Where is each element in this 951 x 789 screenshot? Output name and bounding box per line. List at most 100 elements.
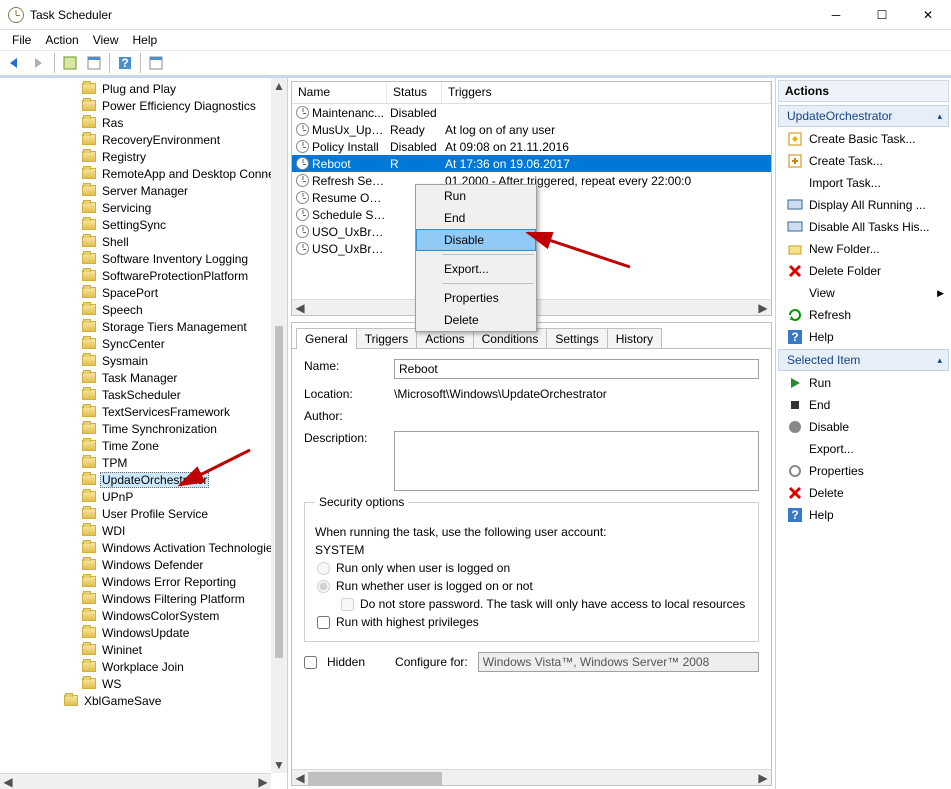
action-help[interactable]: ?Help — [779, 504, 948, 526]
tab-triggers[interactable]: Triggers — [356, 328, 418, 349]
action-view[interactable]: View▶ — [779, 282, 948, 304]
ctx-properties[interactable]: Properties — [416, 287, 536, 309]
col-status[interactable]: Status — [387, 82, 442, 103]
tree-item-server-manager[interactable]: Server Manager — [0, 182, 287, 199]
action-delete[interactable]: Delete — [779, 482, 948, 504]
tree-item-speech[interactable]: Speech — [0, 301, 287, 318]
check-highest[interactable] — [317, 616, 330, 629]
tree-item-software-inventory-logging[interactable]: Software Inventory Logging — [0, 250, 287, 267]
actions-group-2[interactable]: Selected Item▴ — [778, 349, 949, 371]
menu-file[interactable]: File — [6, 31, 37, 49]
task-name-input[interactable] — [394, 359, 759, 379]
nav-forward-button[interactable] — [28, 52, 50, 74]
tree-item-windows-error-reporting[interactable]: Windows Error Reporting — [0, 573, 287, 590]
action-delete-folder[interactable]: Delete Folder — [779, 260, 948, 282]
tree-item-time-synchronization[interactable]: Time Synchronization — [0, 420, 287, 437]
tree-item-ws[interactable]: WS — [0, 675, 287, 692]
action-import-task[interactable]: Import Task... — [779, 172, 948, 194]
actions-group-1[interactable]: UpdateOrchestrator▴ — [778, 105, 949, 127]
col-triggers[interactable]: Triggers — [442, 82, 771, 103]
tree-item-storage-tiers-management[interactable]: Storage Tiers Management — [0, 318, 287, 335]
task-row[interactable]: MusUx_Upd...ReadyAt log on of any user — [292, 121, 771, 138]
toolbar-btn-2[interactable] — [83, 52, 105, 74]
tree-item-task-manager[interactable]: Task Manager — [0, 369, 287, 386]
tree-item-shell[interactable]: Shell — [0, 233, 287, 250]
tree-item-xblgamesave[interactable]: XblGameSave — [0, 692, 287, 709]
toolbar-btn-3[interactable] — [145, 52, 167, 74]
tree-item-power-efficiency-diagnostics[interactable]: Power Efficiency Diagnostics — [0, 97, 287, 114]
menu-action[interactable]: Action — [39, 31, 84, 49]
col-name[interactable]: Name — [292, 82, 387, 103]
close-button[interactable]: ✕ — [905, 0, 951, 29]
tree-item-ras[interactable]: Ras — [0, 114, 287, 131]
tree-item-windowsupdate[interactable]: WindowsUpdate — [0, 624, 287, 641]
ctx-delete[interactable]: Delete — [416, 309, 536, 331]
tree-item-softwareprotectionplatform[interactable]: SoftwareProtectionPlatform — [0, 267, 287, 284]
folder-tree[interactable]: Plug and PlayPower Efficiency Diagnostic… — [0, 78, 287, 789]
menu-help[interactable]: Help — [127, 31, 164, 49]
tree-item-recoveryenvironment[interactable]: RecoveryEnvironment — [0, 131, 287, 148]
tree-item-spaceport[interactable]: SpacePort — [0, 284, 287, 301]
tree-item-plug-and-play[interactable]: Plug and Play — [0, 80, 287, 97]
task-row[interactable]: Maintenanc...Disabled — [292, 104, 771, 121]
action-refresh[interactable]: Refresh — [779, 304, 948, 326]
tree-item-wdi[interactable]: WDI — [0, 522, 287, 539]
ctx-export[interactable]: Export... — [416, 258, 536, 280]
tree-item-windows-defender[interactable]: Windows Defender — [0, 556, 287, 573]
tree-item-wininet[interactable]: Wininet — [0, 641, 287, 658]
nav-back-button[interactable] — [4, 52, 26, 74]
action-create-basic-task[interactable]: Create Basic Task... — [779, 128, 948, 150]
check-nostore[interactable] — [341, 598, 354, 611]
action-new-folder[interactable]: New Folder... — [779, 238, 948, 260]
tree-item-windows-activation-technologies[interactable]: Windows Activation Technologies — [0, 539, 287, 556]
tree-item-time-zone[interactable]: Time Zone — [0, 437, 287, 454]
tab-settings[interactable]: Settings — [546, 328, 607, 349]
tree-item-sysmain[interactable]: Sysmain — [0, 352, 287, 369]
tree-item-tpm[interactable]: TPM — [0, 454, 287, 471]
action-disable[interactable]: Disable — [779, 416, 948, 438]
check-hidden[interactable] — [304, 656, 317, 669]
action-run[interactable]: Run — [779, 372, 948, 394]
tree-scrollbar[interactable]: ▲ ▼ — [271, 78, 287, 773]
menu-view[interactable]: View — [87, 31, 125, 49]
task-row[interactable]: Policy InstallDisabledAt 09:08 on 21.11.… — [292, 138, 771, 155]
maximize-button[interactable]: ☐ — [859, 0, 905, 29]
tree-item-settingsync[interactable]: SettingSync — [0, 216, 287, 233]
tree-item-windows-filtering-platform[interactable]: Windows Filtering Platform — [0, 590, 287, 607]
tree-item-servicing[interactable]: Servicing — [0, 199, 287, 216]
configure-for-combo[interactable]: Windows Vista™, Windows Server™ 2008 — [478, 652, 759, 672]
tree-item-registry[interactable]: Registry — [0, 148, 287, 165]
tab-general[interactable]: General — [296, 328, 357, 349]
task-row[interactable]: RebootRAt 17:36 on 19.06.2017 — [292, 155, 771, 172]
ctx-run[interactable]: Run — [416, 185, 536, 207]
minimize-button[interactable]: ─ — [813, 0, 859, 29]
action-end[interactable]: End — [779, 394, 948, 416]
tree-item-workplace-join[interactable]: Workplace Join — [0, 658, 287, 675]
details-hscroll[interactable]: ◀▶ — [292, 769, 771, 785]
help-button[interactable]: ? — [114, 52, 136, 74]
tree-item-updateorchestrator[interactable]: UpdateOrchestrator — [0, 471, 287, 488]
tab-history[interactable]: History — [607, 328, 662, 349]
folder-icon — [82, 593, 96, 604]
ctx-disable[interactable]: Disable — [416, 229, 536, 251]
tree-item-taskscheduler[interactable]: TaskScheduler — [0, 386, 287, 403]
toolbar-btn-1[interactable] — [59, 52, 81, 74]
action-help[interactable]: ?Help — [779, 326, 948, 348]
tree-item-textservicesframework[interactable]: TextServicesFramework — [0, 403, 287, 420]
action-export[interactable]: Export... — [779, 438, 948, 460]
action-properties[interactable]: Properties — [779, 460, 948, 482]
folder-icon — [82, 525, 96, 536]
radio-whether[interactable] — [317, 580, 330, 593]
action-disable-all-tasks-his[interactable]: Disable All Tasks His... — [779, 216, 948, 238]
tree-item-upnp[interactable]: UPnP — [0, 488, 287, 505]
action-display-all-running[interactable]: Display All Running ... — [779, 194, 948, 216]
radio-logged-on[interactable] — [317, 562, 330, 575]
tree-item-remoteapp-and-desktop-connections[interactable]: RemoteApp and Desktop Connections — [0, 165, 287, 182]
tree-item-windowscolorsystem[interactable]: WindowsColorSystem — [0, 607, 287, 624]
action-create-task[interactable]: Create Task... — [779, 150, 948, 172]
tree-item-synccenter[interactable]: SyncCenter — [0, 335, 287, 352]
context-menu: RunEndDisable Export... PropertiesDelete — [415, 184, 537, 332]
tree-item-user-profile-service[interactable]: User Profile Service — [0, 505, 287, 522]
ctx-end[interactable]: End — [416, 207, 536, 229]
task-description-input[interactable] — [394, 431, 759, 491]
